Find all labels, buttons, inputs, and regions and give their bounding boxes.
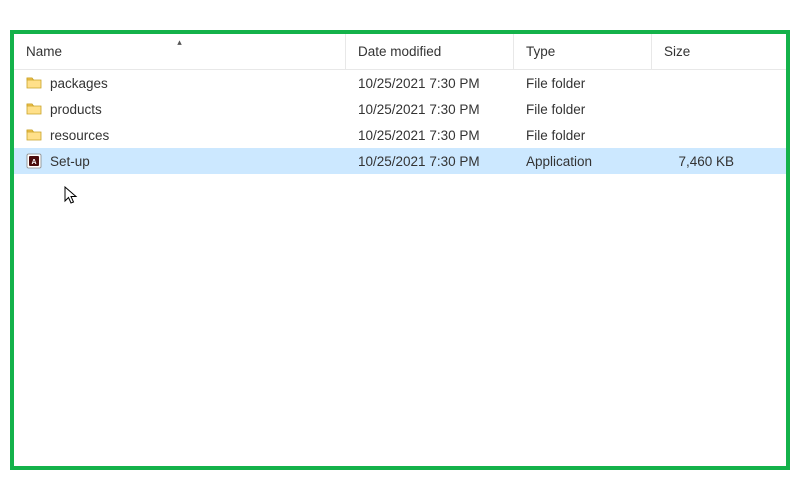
file-name-label: Set-up xyxy=(50,154,90,169)
cell-name: packages xyxy=(14,70,346,96)
file-name-label: resources xyxy=(50,128,109,143)
column-header-size[interactable]: Size xyxy=(652,34,752,69)
column-header-type-label: Type xyxy=(526,44,555,59)
cell-size: 7,460 KB xyxy=(652,148,752,174)
cell-date: 10/25/2021 7:30 PM xyxy=(346,70,514,96)
sort-indicator-icon: ▴ xyxy=(177,38,182,47)
file-type-label: Application xyxy=(526,154,592,169)
cell-type: File folder xyxy=(514,96,652,122)
column-header-date[interactable]: Date modified xyxy=(346,34,514,69)
file-row[interactable]: A Set-up 10/25/2021 7:30 PM Application 7,46… xyxy=(14,148,786,174)
folder-icon xyxy=(26,127,42,143)
file-row[interactable]: products 10/25/2021 7:30 PM File folder xyxy=(14,96,786,122)
cell-name: A Set-up xyxy=(14,148,346,174)
cell-name: products xyxy=(14,96,346,122)
cell-date: 10/25/2021 7:30 PM xyxy=(346,148,514,174)
column-header-name-label: Name xyxy=(26,44,62,59)
file-row[interactable]: resources 10/25/2021 7:30 PM File folder xyxy=(14,122,786,148)
file-date-label: 10/25/2021 7:30 PM xyxy=(358,128,480,143)
explorer-frame: Name ▴ Date modified Type Size packages 1… xyxy=(10,30,790,470)
column-header-row: Name ▴ Date modified Type Size xyxy=(14,34,786,70)
cell-size xyxy=(652,96,752,122)
file-date-label: 10/25/2021 7:30 PM xyxy=(358,102,480,117)
file-type-label: File folder xyxy=(526,102,585,117)
column-header-name[interactable]: Name ▴ xyxy=(14,34,346,69)
file-size-label: 7,460 KB xyxy=(678,154,734,169)
folder-icon xyxy=(26,101,42,117)
file-date-label: 10/25/2021 7:30 PM xyxy=(358,154,480,169)
file-list: Name ▴ Date modified Type Size packages 1… xyxy=(14,34,786,174)
cell-type: File folder xyxy=(514,70,652,96)
cell-date: 10/25/2021 7:30 PM xyxy=(346,122,514,148)
cell-size xyxy=(652,122,752,148)
cell-date: 10/25/2021 7:30 PM xyxy=(346,96,514,122)
column-header-date-label: Date modified xyxy=(358,44,441,59)
column-header-size-label: Size xyxy=(664,44,690,59)
file-type-label: File folder xyxy=(526,76,585,91)
column-header-type[interactable]: Type xyxy=(514,34,652,69)
svg-text:A: A xyxy=(31,159,36,166)
file-date-label: 10/25/2021 7:30 PM xyxy=(358,76,480,91)
cell-type: File folder xyxy=(514,122,652,148)
application-icon: A xyxy=(26,153,42,169)
cell-type: Application xyxy=(514,148,652,174)
mouse-cursor-icon xyxy=(64,186,80,206)
file-type-label: File folder xyxy=(526,128,585,143)
file-name-label: products xyxy=(50,102,102,117)
file-row[interactable]: packages 10/25/2021 7:30 PM File folder xyxy=(14,70,786,96)
cell-name: resources xyxy=(14,122,346,148)
file-name-label: packages xyxy=(50,76,108,91)
cell-size xyxy=(652,70,752,96)
folder-icon xyxy=(26,75,42,91)
